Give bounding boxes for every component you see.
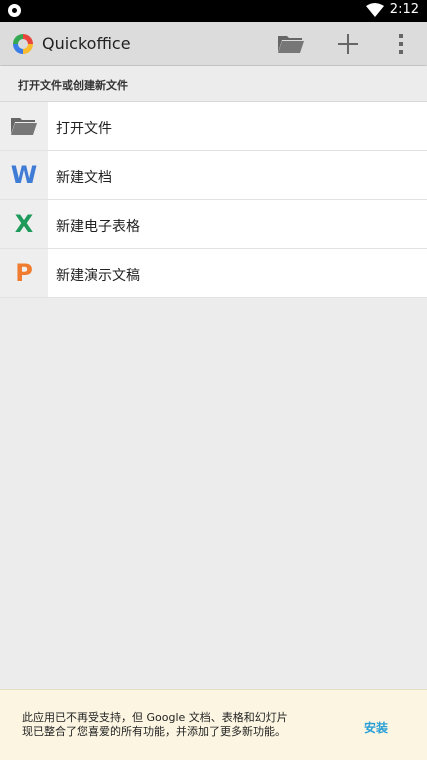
banner-line-2: 现已整合了您喜爱的所有功能，并添加了更多新功能。 [22, 725, 286, 738]
icon-cell: W [0, 151, 48, 199]
new-spreadsheet-item[interactable]: X 新建电子表格 [0, 200, 427, 249]
folder-icon [11, 118, 37, 135]
status-bar: 2:12 [0, 0, 427, 22]
status-right: 2:12 [365, 2, 419, 17]
plus-icon [338, 34, 358, 54]
list-item-label: 新建文档 [56, 170, 112, 186]
banner-line-1: 此应用已不再受支持，但 Google 文档、表格和幻灯片 [22, 711, 288, 724]
app-title: Quickoffice [42, 34, 131, 53]
spreadsheet-icon: X [14, 210, 34, 238]
app-bar: Quickoffice [0, 22, 427, 65]
quickoffice-logo-icon [13, 34, 33, 54]
action-list: 打开文件 W 新建文档 X 新建电子表格 P 新建演示文稿 [0, 102, 427, 298]
section-title: 打开文件或创建新文件 [18, 79, 128, 92]
new-document-item[interactable]: W 新建文档 [0, 151, 427, 200]
section-header: 打开文件或创建新文件 [0, 66, 427, 102]
open-folder-button[interactable] [277, 31, 305, 57]
new-file-button[interactable] [336, 31, 360, 57]
notification-icon [8, 4, 21, 17]
icon-cell [0, 102, 48, 150]
presentation-icon: P [15, 259, 33, 287]
list-item-label: 新建电子表格 [56, 219, 140, 235]
banner-message: 此应用已不再受支持，但 Google 文档、表格和幻灯片 现已整合了您喜爱的所有… [22, 711, 342, 739]
open-file-item[interactable]: 打开文件 [0, 102, 427, 151]
list-item-label: 打开文件 [56, 121, 112, 137]
new-presentation-item[interactable]: P 新建演示文稿 [0, 249, 427, 298]
install-button[interactable]: 安装 [364, 719, 388, 736]
clock: 2:12 [389, 2, 419, 17]
icon-cell: X [0, 200, 48, 248]
word-doc-icon: W [10, 161, 38, 189]
more-vert-icon [399, 34, 403, 54]
overflow-menu-button[interactable] [396, 31, 406, 57]
wifi-icon [365, 2, 384, 17]
list-item-label: 新建演示文稿 [56, 268, 140, 284]
icon-cell: P [0, 249, 48, 297]
deprecation-banner: 此应用已不再受支持，但 Google 文档、表格和幻灯片 现已整合了您喜爱的所有… [0, 689, 427, 760]
folder-icon [278, 36, 304, 53]
